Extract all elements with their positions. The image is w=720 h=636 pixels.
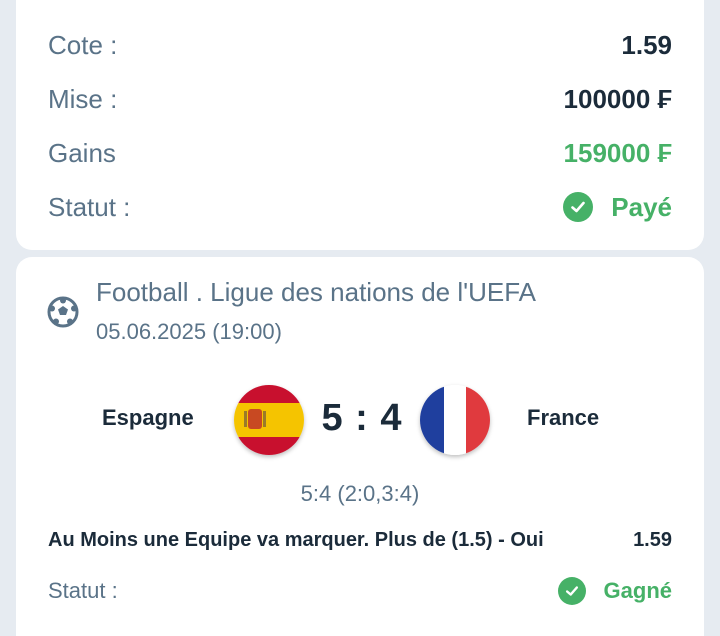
check-circle-icon xyxy=(557,577,586,605)
bet-odds: 1.59 xyxy=(633,529,672,551)
event-datetime: 05.06.2025 (19:00) xyxy=(96,319,282,344)
event-status-label: Statut : xyxy=(48,578,118,603)
event-status-row: Statut : Gagné xyxy=(48,573,672,609)
status-value: Payé xyxy=(563,192,672,223)
away-team-name: France xyxy=(527,405,600,430)
status-row: Statut : Payé xyxy=(48,187,672,227)
bet-selection: Au Moins une Equipe va marquer. Plus de … xyxy=(48,529,672,552)
final-score: 5 : 4 xyxy=(321,397,403,439)
odds-row: Cote : 1.59 xyxy=(48,25,672,65)
check-circle-icon xyxy=(563,192,594,222)
score-detail: 5:4 (2:0,3:4) xyxy=(300,481,420,506)
winnings-value: 159000 ₣ xyxy=(563,137,672,168)
ticket-notch-right xyxy=(697,246,711,260)
event-status-text: Gagné xyxy=(603,578,672,603)
home-team-name: Espagne xyxy=(102,405,194,430)
stake-label: Mise : xyxy=(48,83,118,114)
event-card: Football . Ligue des nations de l'UEFA 0… xyxy=(16,257,704,636)
winnings-label: Gains xyxy=(48,137,116,168)
spain-flag-icon xyxy=(234,385,304,455)
league-name: Football . Ligue des nations de l'UEFA xyxy=(96,277,537,307)
bet-summary-card: Cote : 1.59 Mise : 100000 ₣ Gains 159000… xyxy=(16,0,704,250)
event-status-value: Gagné xyxy=(557,577,672,605)
stake-row: Mise : 100000 ₣ xyxy=(48,79,672,119)
odds-label: Cote : xyxy=(48,29,118,60)
soccer-ball-icon xyxy=(46,295,80,334)
odds-value: 1.59 xyxy=(621,29,672,60)
france-flag-icon xyxy=(420,385,490,455)
status-value-text: Payé xyxy=(611,191,672,222)
ticket-notch-left xyxy=(9,246,23,260)
bet-description: Au Moins une Equipe va marquer. Plus de … xyxy=(48,529,544,551)
stake-value: 100000 ₣ xyxy=(563,83,672,114)
status-label: Statut : xyxy=(48,191,131,222)
winnings-row: Gains 159000 ₣ xyxy=(48,133,672,173)
